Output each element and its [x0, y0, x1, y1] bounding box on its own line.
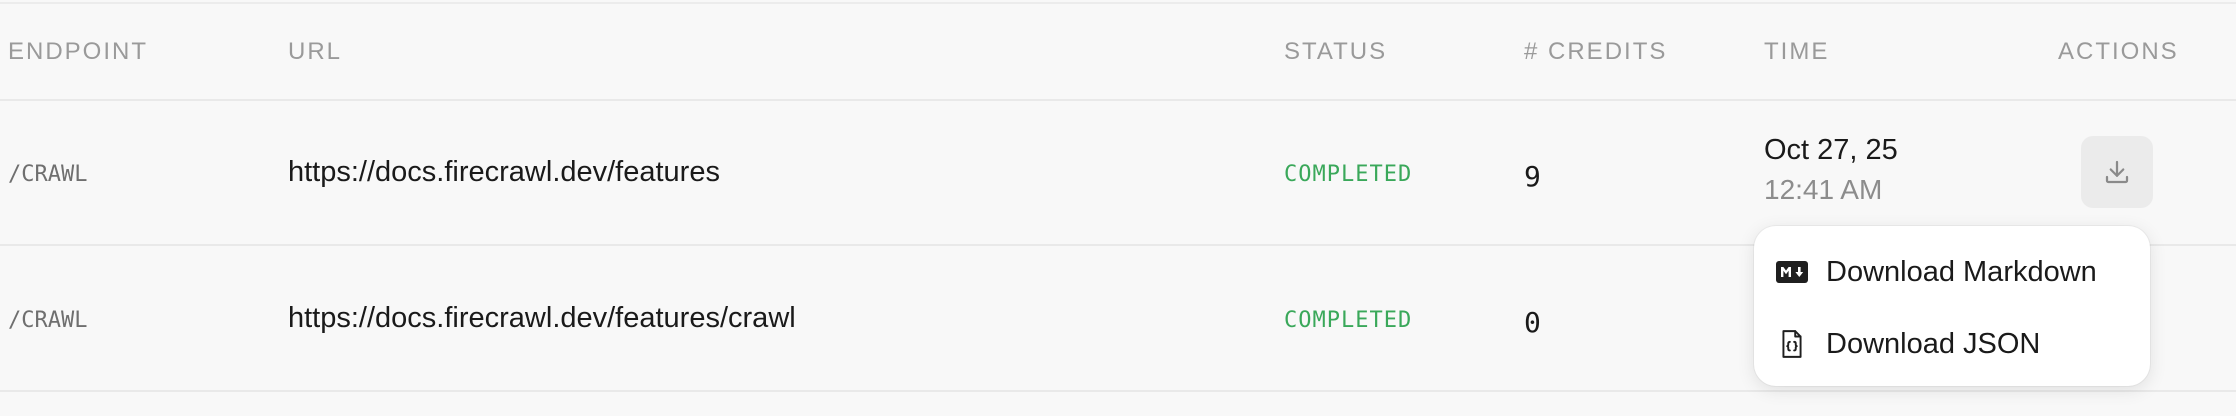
credits-cell: 0: [1524, 306, 1541, 339]
credits-cell: 9: [1524, 160, 1541, 193]
column-header-credits: # CREDITS: [1524, 38, 1668, 65]
download-markdown-item[interactable]: Download Markdown: [1754, 240, 2150, 304]
download-markdown-label: Download Markdown: [1826, 256, 2097, 288]
download-icon: [2105, 160, 2129, 184]
download-json-label: Download JSON: [1826, 328, 2041, 360]
status-badge: COMPLETED: [1284, 308, 1413, 333]
download-menu: Download Markdown Download JSON: [1754, 226, 2150, 386]
json-file-icon: [1776, 330, 1808, 358]
column-header-url: URL: [288, 38, 343, 65]
url-cell: https://docs.firecrawl.dev/features: [288, 156, 720, 188]
markdown-icon: [1776, 258, 1808, 286]
endpoint-cell: /CRAWL: [8, 308, 88, 333]
column-header-time: TIME: [1764, 38, 1830, 65]
time-date-cell: Oct 27, 25: [1764, 134, 1898, 166]
download-json-item[interactable]: Download JSON: [1754, 312, 2150, 376]
url-cell: https://docs.firecrawl.dev/features/craw…: [288, 302, 796, 334]
time-clock-cell: 12:41 AM: [1764, 174, 1883, 205]
endpoint-cell: /CRAWL: [8, 162, 88, 187]
download-button[interactable]: [2081, 136, 2153, 208]
table-header: ENDPOINT URL STATUS # CREDITS TIME ACTIO…: [0, 4, 2236, 101]
status-badge: COMPLETED: [1284, 162, 1413, 187]
table-row: /CRAWL https://docs.firecrawl.dev/featur…: [0, 100, 2236, 246]
column-header-actions: ACTIONS: [2058, 38, 2179, 65]
column-header-status: STATUS: [1284, 38, 1388, 65]
column-header-endpoint: ENDPOINT: [8, 38, 149, 65]
